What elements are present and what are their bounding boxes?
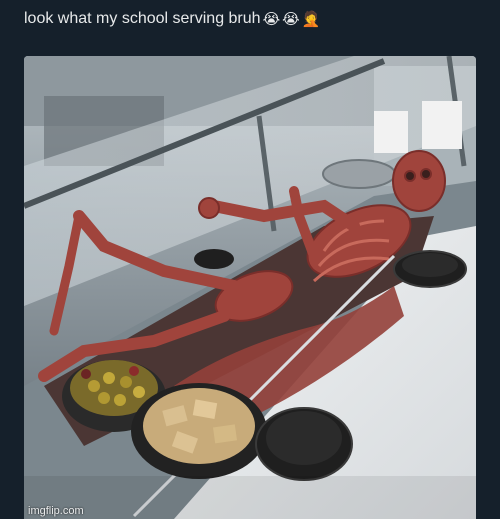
post-caption: look what my school serving bruh 😭 😭 🤦 [24, 6, 484, 32]
meat-skull [392, 150, 446, 212]
meat-skeleton-photo [24, 56, 476, 519]
post-photo[interactable]: imgflip.com [24, 56, 476, 519]
cracker-bowl [131, 383, 267, 479]
facepalm-emoji-icon: 🤦 [301, 10, 321, 28]
meat-hand [198, 197, 220, 219]
napkin-holder [374, 111, 408, 153]
caption-text: look what my school serving bruh [24, 10, 261, 27]
skull-eye-socket [420, 168, 432, 180]
skull-eye-socket [404, 170, 416, 182]
sob-emoji-icon: 😭 [262, 10, 281, 28]
crackers [143, 388, 255, 464]
black-plate [194, 249, 234, 269]
sob-emoji-icon: 😭 [282, 10, 300, 28]
imgflip-watermark: imgflip.com [28, 505, 84, 517]
utensil-holder [422, 101, 462, 149]
back-serving-tray [322, 159, 396, 189]
